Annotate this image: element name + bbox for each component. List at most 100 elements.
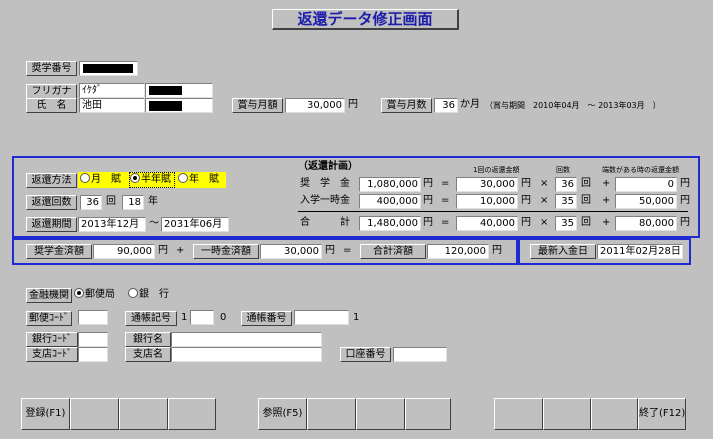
f4-button[interactable] bbox=[168, 398, 216, 430]
page-title: 返還データ修正画面 bbox=[272, 9, 459, 30]
plan-row-yen: 円 bbox=[680, 195, 690, 206]
bank-code-field[interactable] bbox=[78, 332, 108, 347]
scholarship-paid-label: 奨学金済額 bbox=[26, 244, 92, 259]
plan-row-kai: 回 bbox=[581, 195, 591, 206]
passbook-symbol-field[interactable] bbox=[190, 310, 214, 325]
repayment-count-field[interactable]: 36 bbox=[80, 195, 102, 210]
radio-monthly-label: 月 賦 bbox=[91, 174, 121, 185]
f8-button[interactable] bbox=[405, 398, 451, 430]
plan-row-label: 奨 学 金 bbox=[300, 178, 350, 189]
furigana-label: フリガナ bbox=[26, 84, 77, 99]
branch-name-field[interactable] bbox=[171, 347, 322, 362]
scholarship-paid-unit: 円 bbox=[158, 245, 168, 256]
lump-sum-paid-field[interactable]: 30,000 bbox=[260, 244, 322, 259]
latest-deposit-field[interactable]: 2011年02月28日 bbox=[597, 244, 683, 259]
given-name-field[interactable] bbox=[145, 98, 213, 113]
plan-row-total[interactable]: 1,080,000 bbox=[359, 177, 421, 192]
institution-label: 金融機関 bbox=[26, 288, 72, 303]
plan-row-fraction[interactable]: 50,000 bbox=[615, 194, 677, 209]
scholarship-paid-field[interactable]: 90,000 bbox=[93, 244, 155, 259]
plan-row-yen: 円 bbox=[521, 178, 531, 189]
branch-code-label: 支店ｺｰﾄﾞ bbox=[26, 347, 78, 362]
f5-reference-button[interactable]: 参照(F5) bbox=[258, 398, 307, 430]
equals-sign: = bbox=[343, 245, 352, 256]
radio-semiannual-label: 半年賦 bbox=[141, 174, 171, 185]
plan-row-plus: + bbox=[602, 178, 611, 189]
plan-row-plus: + bbox=[602, 217, 611, 228]
f10-button[interactable] bbox=[543, 398, 591, 430]
postal-code-field[interactable] bbox=[78, 310, 108, 325]
f2-button[interactable] bbox=[70, 398, 119, 430]
radio-annual[interactable]: 年 賦 bbox=[178, 173, 219, 187]
f7-button[interactable] bbox=[356, 398, 405, 430]
period-end-field[interactable]: 2031年06月 bbox=[161, 217, 229, 232]
passbook-number-label: 通帳番号 bbox=[241, 311, 292, 326]
radio-semiannual[interactable]: 半年賦 bbox=[130, 173, 171, 187]
name-field[interactable]: 池田 bbox=[79, 98, 145, 113]
bonus-amount-field[interactable]: 30,000 bbox=[285, 98, 345, 113]
f3-button[interactable] bbox=[119, 398, 168, 430]
plan-row-label: 合 計 bbox=[300, 217, 350, 228]
student-number-label: 奨学番号 bbox=[26, 61, 77, 76]
plan-row-per[interactable]: 40,000 bbox=[456, 216, 518, 231]
f6-button[interactable] bbox=[307, 398, 356, 430]
plan-row-label: 入学一時金 bbox=[300, 195, 350, 206]
student-number-field[interactable] bbox=[79, 61, 138, 76]
radio-annual-icon bbox=[178, 173, 188, 183]
radio-bank[interactable]: 銀 行 bbox=[128, 288, 169, 302]
total-paid-label: 合計済額 bbox=[360, 244, 426, 259]
plan-row-plus: + bbox=[602, 195, 611, 206]
repayment-years-field[interactable]: 18 bbox=[122, 195, 144, 210]
plan-row-fraction[interactable]: 80,000 bbox=[615, 216, 677, 231]
redacted-block bbox=[149, 86, 182, 95]
radio-post-office-icon bbox=[74, 288, 84, 298]
radio-monthly[interactable]: 月 賦 bbox=[80, 173, 121, 187]
f9-button[interactable] bbox=[494, 398, 543, 430]
plan-row-per[interactable]: 30,000 bbox=[456, 177, 518, 192]
plan-row-times: × bbox=[540, 195, 549, 206]
furigana-given-field[interactable] bbox=[145, 83, 213, 98]
plan-row-eq: = bbox=[441, 217, 450, 228]
plan-row-times: × bbox=[540, 178, 549, 189]
f11-button[interactable] bbox=[591, 398, 638, 430]
bonus-months-field[interactable]: 36 bbox=[434, 98, 458, 113]
plan-row-count[interactable]: 36 bbox=[555, 177, 577, 192]
bank-name-field[interactable] bbox=[171, 332, 322, 347]
name-label: 氏 名 bbox=[26, 98, 77, 113]
radio-post-office[interactable]: 郵便局 bbox=[74, 288, 115, 302]
plus-sign: + bbox=[176, 245, 185, 256]
plan-row-yen: 円 bbox=[680, 217, 690, 228]
plan-row-fraction[interactable]: 0 bbox=[615, 177, 677, 192]
plan-row-count[interactable]: 35 bbox=[555, 216, 577, 231]
plan-row-per[interactable]: 10,000 bbox=[456, 194, 518, 209]
total-paid-field[interactable]: 120,000 bbox=[427, 244, 489, 259]
plan-row-yen: 円 bbox=[423, 195, 433, 206]
postal-code-label: 郵便ｺｰﾄﾞ bbox=[26, 311, 72, 326]
bonus-months-label: 賞与月数 bbox=[381, 98, 432, 113]
plan-row-count[interactable]: 35 bbox=[555, 194, 577, 209]
repayment-years-unit: 年 bbox=[148, 196, 158, 207]
f12-exit-button[interactable]: 終了(F12) bbox=[638, 398, 686, 430]
radio-bank-label: 銀 行 bbox=[139, 289, 169, 300]
period-start-field[interactable]: 2013年12月 bbox=[78, 217, 146, 232]
furigana-field[interactable]: ｲｹﾀﾞ bbox=[79, 83, 145, 98]
branch-name-label: 支店名 bbox=[125, 347, 171, 362]
plan-row-yen: 円 bbox=[521, 195, 531, 206]
bank-name-label: 銀行名 bbox=[125, 332, 171, 347]
radio-post-office-label: 郵便局 bbox=[85, 289, 115, 300]
plan-total-divider bbox=[298, 211, 688, 212]
f1-register-button[interactable]: 登録(F1) bbox=[21, 398, 70, 430]
passbook-number-field[interactable] bbox=[294, 310, 349, 325]
plan-row-total[interactable]: 1,480,000 bbox=[359, 216, 421, 231]
institution-radio-group: 郵便局 銀 行 bbox=[74, 287, 180, 303]
plan-col-amount: 1回の返還金額 bbox=[473, 166, 520, 174]
branch-code-field[interactable] bbox=[78, 347, 108, 362]
plan-row-yen: 円 bbox=[423, 217, 433, 228]
period-separator: ～ bbox=[149, 218, 159, 229]
radio-annual-label: 年 賦 bbox=[189, 174, 219, 185]
radio-semiannual-icon bbox=[130, 173, 140, 183]
latest-deposit-label: 最新入金日 bbox=[530, 244, 596, 259]
account-number-field[interactable] bbox=[393, 347, 447, 362]
plan-row-total[interactable]: 400,000 bbox=[359, 194, 421, 209]
lump-sum-paid-unit: 円 bbox=[325, 245, 335, 256]
